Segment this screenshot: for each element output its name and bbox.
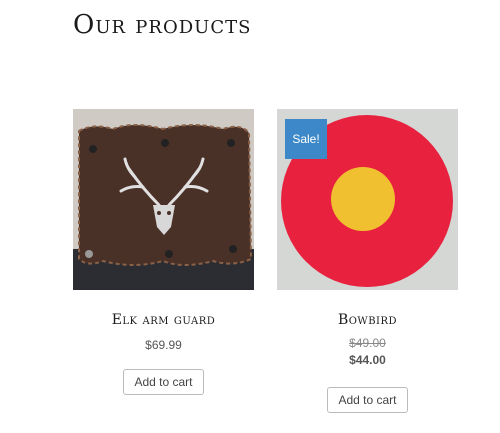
add-to-cart-button[interactable]: Add to cart [327, 387, 408, 413]
add-to-cart-button[interactable]: Add to cart [123, 369, 204, 395]
product-card-bowbird: Sale! Bowbird $49.00 $44.00 Add to cart [277, 109, 458, 413]
elk-arm-guard-image [73, 109, 254, 290]
product-card-elk-arm-guard: Elk arm guard $69.99 Add to cart [73, 109, 254, 395]
product-price-old: $49.00 [349, 336, 386, 350]
product-price: $69.99 [145, 338, 182, 352]
product-image-bowbird[interactable]: Sale! [277, 109, 458, 290]
product-price-sale: $44.00 [349, 353, 386, 367]
product-image-elk-arm-guard[interactable] [73, 109, 254, 290]
page-title: Our products [73, 10, 252, 40]
product-name[interactable]: Elk arm guard [73, 312, 254, 328]
sale-badge: Sale! [285, 119, 327, 159]
product-name[interactable]: Bowbird [277, 312, 458, 328]
